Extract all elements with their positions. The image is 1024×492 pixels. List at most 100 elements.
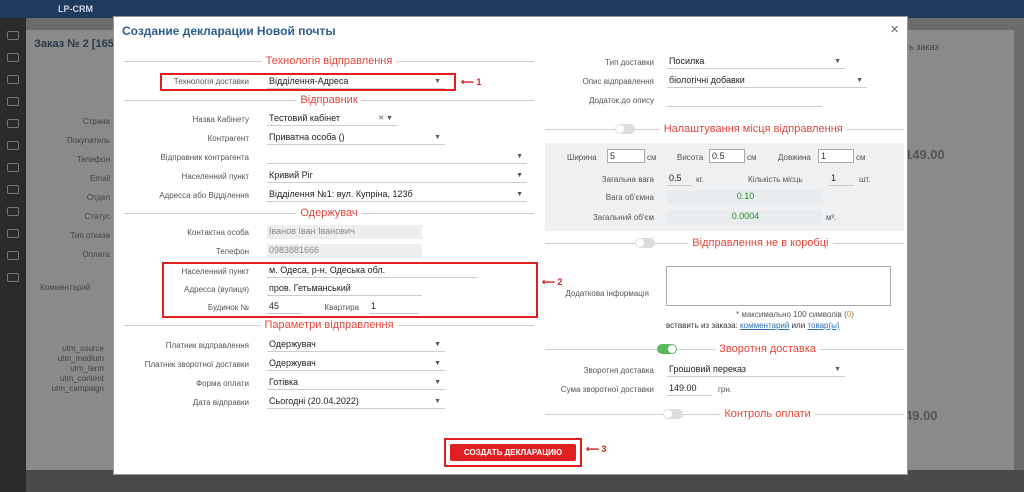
street-label: Адресса (вулиця) — [184, 285, 249, 294]
cm-unit: см — [747, 153, 757, 162]
sender-contragent-select[interactable]: ▼ — [267, 150, 527, 164]
cabinet-label: Назва Кабінету — [192, 115, 249, 124]
chevron-down-icon: ▼ — [516, 153, 523, 160]
utm-label: utm_source — [62, 344, 104, 353]
height-label: Висота — [677, 153, 704, 162]
section-sender: Відправник — [124, 94, 534, 106]
section-params: Параметри відправлення — [124, 319, 534, 331]
sidebar-icon[interactable] — [7, 251, 19, 260]
street-input[interactable]: пров. Гетьманський — [267, 282, 422, 296]
sidebar-icon[interactable] — [7, 75, 19, 84]
return-toggle[interactable] — [657, 344, 677, 354]
uah-unit: грн. — [718, 385, 733, 394]
sidebar-icon[interactable] — [7, 31, 19, 40]
app-logo: LP-CRM — [58, 4, 93, 14]
order-price: 149.00 — [905, 147, 945, 162]
pay-form-select[interactable]: Готівка ▼ — [267, 376, 445, 390]
length-input[interactable]: 1 — [818, 149, 854, 163]
insert-comment-link[interactable]: комментарий — [740, 321, 789, 330]
sender-city-label: Населенний пункт — [181, 172, 249, 181]
send-date-select[interactable]: Сьогодні (20.04.2022) ▼ — [267, 395, 445, 409]
control-toggle[interactable] — [663, 409, 683, 419]
order-label: Покупатель — [67, 136, 110, 145]
return-delivery-select[interactable]: Грошовий переказ ▼ — [667, 363, 845, 377]
section-return: Зворотня доставка — [545, 343, 904, 355]
create-declaration-button[interactable]: СОЗДАТЬ ДЕКЛАРАЦИЮ — [450, 444, 576, 461]
sidebar-icon[interactable] — [7, 185, 19, 194]
marker-3: ⟵ 3 — [586, 444, 607, 454]
section-title: Налаштування місця відправлення — [659, 123, 847, 135]
flat-input[interactable]: 1 — [369, 300, 419, 314]
sender-address-select[interactable]: Відділення №1: вул. Купріна, 123б ▼ — [267, 188, 527, 202]
payer-select[interactable]: Одержувач ▼ — [267, 338, 445, 352]
section-title: Відправлення не в коробці — [688, 237, 833, 249]
description-label: Опис відправлення — [582, 77, 654, 86]
phone-input[interactable]: 0983881666 — [267, 244, 422, 258]
return-sum-input[interactable]: 149.00 — [667, 382, 712, 396]
cabinet-select[interactable]: Тестовий кабінет ✕ ▼ — [267, 112, 397, 126]
chevron-down-icon: ▼ — [434, 341, 441, 348]
section-title: Контроль оплати — [720, 408, 815, 420]
sidebar-icon[interactable] — [7, 119, 19, 128]
order-right-text: ть заказ — [905, 42, 939, 52]
insert-goods-link[interactable]: товар(ы) — [807, 321, 839, 330]
house-input[interactable]: 45 — [267, 300, 302, 314]
highlight-box-1 — [160, 73, 456, 91]
order-label: Тип отказа — [70, 231, 110, 240]
order-label: Оплата — [82, 250, 110, 259]
sidebar-icon[interactable] — [7, 141, 19, 150]
sidebar-icon[interactable] — [7, 163, 19, 172]
total-weight-input[interactable]: 0.5 — [667, 172, 692, 186]
places-label: Кількість місць — [748, 175, 803, 184]
utm-label: utm_term — [70, 364, 104, 373]
description-select[interactable]: біологічні добавки ▼ — [667, 74, 867, 88]
places-input[interactable]: 1 — [829, 172, 854, 186]
max-chars-hint: * максимально 100 символів (0) — [736, 310, 854, 319]
sidebar-icon[interactable] — [7, 273, 19, 282]
section-tech: Технологія відправлення — [124, 55, 534, 67]
sender-city-select[interactable]: Кривий Ріг ▼ — [267, 169, 527, 183]
section-not-box: Відправлення не в коробці — [545, 237, 904, 249]
return-payer-select[interactable]: Одержувач ▼ — [267, 357, 445, 371]
width-input[interactable]: 5 — [607, 149, 645, 163]
order-field-labels: Страна Покупатель Телефон Email Отдел Ст… — [40, 112, 110, 264]
chevron-down-icon: ▼ — [834, 366, 841, 373]
order-label: Статус — [84, 212, 110, 221]
m3-unit: м³. — [826, 213, 837, 222]
not-box-toggle[interactable] — [635, 238, 655, 248]
chevron-down-icon: ▼ — [434, 379, 441, 386]
delivery-type-select[interactable]: Посилка ▼ — [667, 55, 845, 69]
sidebar-icon[interactable] — [7, 53, 19, 62]
sidebar-icon[interactable] — [7, 97, 19, 106]
close-icon[interactable]: × — [890, 21, 899, 38]
kg-unit: кг. — [696, 175, 704, 184]
delivery-type-label: Тип доставки — [605, 58, 654, 67]
contact-input[interactable]: Іванов Іван Іванович — [267, 225, 422, 239]
vol-weight-value: 0.10 — [667, 190, 822, 204]
chevron-down-icon: ▼ — [434, 398, 441, 405]
utm-label: utm_campaign — [51, 384, 104, 393]
utm-label: utm_medium — [57, 354, 104, 363]
house-label: Будинок № — [207, 303, 249, 312]
description-add-input[interactable] — [667, 93, 822, 107]
chevron-down-icon: ▼ — [834, 58, 841, 65]
pay-form-label: Форма оплати — [195, 379, 249, 388]
declaration-modal: Создание декларации Новой почты × Технол… — [113, 16, 908, 475]
sidebar-icon[interactable] — [7, 207, 19, 216]
total-weight-label: Загальна вага — [601, 175, 654, 184]
sidebar-icon[interactable] — [7, 229, 19, 238]
section-receiver: Одержувач — [124, 207, 534, 219]
vol-weight-label: Вага об'ємна — [605, 193, 654, 202]
receiver-city-input[interactable]: м. Одеса, р-н, Одеська обл. — [267, 264, 477, 278]
counterparty-select[interactable]: Приватна особа () ▼ — [267, 131, 445, 145]
section-title: Зворотня доставка — [715, 343, 820, 355]
extra-info-textarea[interactable] — [666, 266, 891, 306]
height-input[interactable]: 0.5 — [709, 149, 745, 163]
app-sidebar — [0, 18, 26, 492]
payer-label: Платник відправлення — [165, 341, 249, 350]
receiver-city-label: Населенний пункт — [181, 267, 249, 276]
contact-label: Контактна особа — [187, 228, 249, 237]
chevron-down-icon: ▼ — [516, 191, 523, 198]
place-toggle[interactable] — [615, 124, 635, 134]
pcs-unit: шт. — [859, 175, 871, 184]
